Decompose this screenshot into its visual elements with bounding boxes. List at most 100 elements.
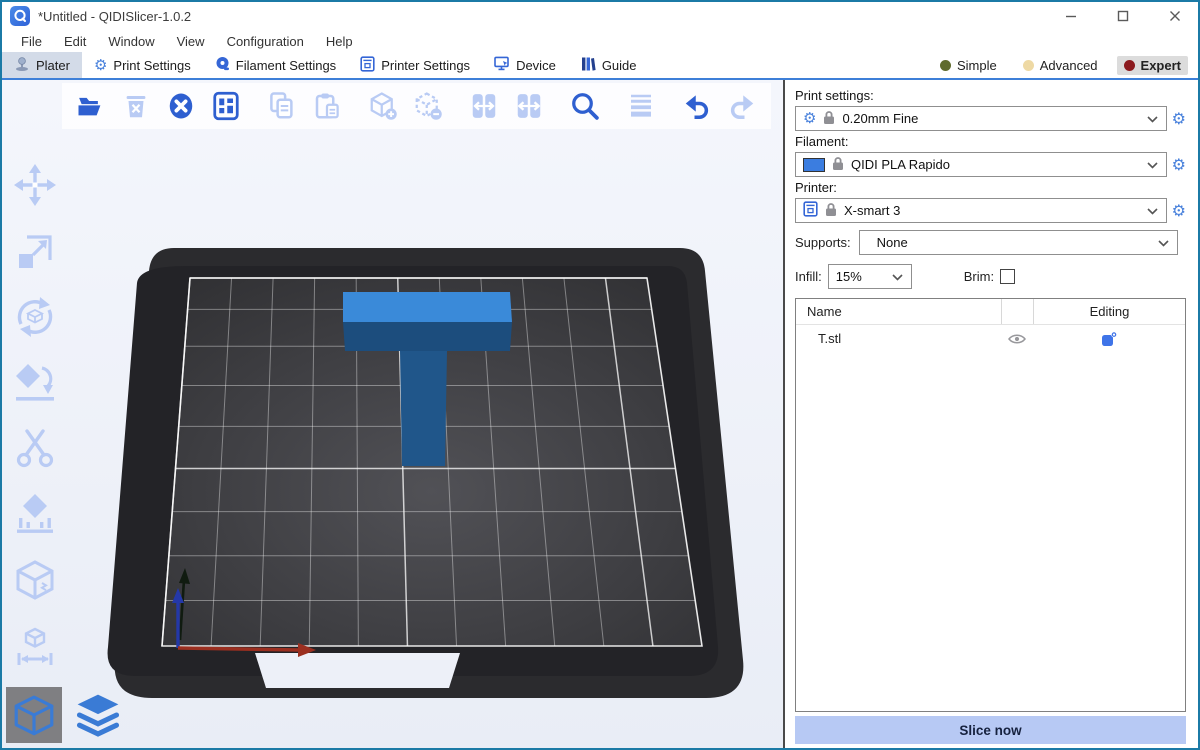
column-name: Name (796, 304, 1001, 319)
menu-view[interactable]: View (166, 34, 216, 49)
gear-icon: ⚙ (803, 111, 816, 126)
gizmo-toolbar (2, 162, 68, 670)
tab-device[interactable]: Device (482, 52, 568, 78)
menu-window[interactable]: Window (97, 34, 165, 49)
menu-help[interactable]: Help (315, 34, 364, 49)
variable-layer-height-button[interactable] (620, 85, 662, 127)
slice-now-button[interactable]: Slice now (795, 716, 1186, 744)
print-settings-value: 0.20mm Fine (842, 111, 1139, 126)
settings-panel: Print settings: ⚙ 0.20mm Fine ⚙ Filament… (785, 80, 1198, 748)
tab-guide[interactable]: Guide (568, 52, 649, 78)
mode-advanced[interactable]: Advanced (1016, 56, 1105, 75)
plater-icon (14, 56, 30, 75)
tab-label: Print Settings (113, 58, 190, 73)
object-name: T.stl (796, 331, 1001, 346)
arrange-button[interactable] (205, 85, 247, 127)
simple-dot-icon (940, 60, 951, 71)
supports-label: Supports: (795, 235, 851, 250)
filament-gear-button[interactable]: ⚙ (1172, 157, 1186, 173)
rotate-tool-button[interactable] (12, 294, 58, 340)
menu-configuration[interactable]: Configuration (216, 34, 315, 49)
tab-label: Guide (602, 58, 637, 73)
mode-label: Advanced (1040, 58, 1098, 73)
delete-button[interactable] (115, 85, 157, 127)
split-to-parts-button[interactable] (508, 85, 550, 127)
printer-icon (803, 201, 818, 220)
printer-value: X-smart 3 (844, 203, 1140, 218)
printer-gear-button[interactable]: ⚙ (1172, 203, 1186, 219)
undo-button[interactable] (676, 85, 718, 127)
add-instance-button[interactable] (362, 85, 404, 127)
preview-sliced-layers-button[interactable] (70, 687, 126, 743)
open-button[interactable] (70, 85, 112, 127)
tab-print-settings[interactable]: ⚙ Print Settings (82, 52, 203, 78)
move-tool-button[interactable] (12, 162, 58, 208)
search-button[interactable] (564, 85, 606, 127)
lock-icon (825, 202, 837, 220)
place-on-face-tool-button[interactable] (12, 360, 58, 406)
mode-label: Expert (1141, 58, 1181, 73)
3d-scene[interactable] (2, 80, 783, 748)
tab-printer-settings[interactable]: Printer Settings (348, 52, 482, 78)
filament-combo[interactable]: QIDI PLA Rapido (795, 152, 1167, 177)
infill-value: 15% (836, 269, 885, 284)
expert-dot-icon (1124, 60, 1135, 71)
maximize-button[interactable] (1110, 5, 1136, 27)
redo-button[interactable] (721, 85, 763, 127)
3d-viewport[interactable] (2, 80, 783, 748)
tab-label: Device (516, 58, 556, 73)
printer-combo[interactable]: X-smart 3 (795, 198, 1167, 223)
tab-label: Plater (36, 58, 70, 73)
menu-file[interactable]: File (10, 34, 53, 49)
mode-expert[interactable]: Expert (1117, 56, 1188, 75)
column-visibility (1001, 299, 1033, 324)
column-editing: Editing (1033, 299, 1185, 324)
brim-label: Brim: (964, 269, 994, 284)
remove-instance-button[interactable] (407, 85, 449, 127)
print-settings-label: Print settings: (795, 88, 1186, 103)
scale-tool-button[interactable] (12, 228, 58, 274)
filament-value: QIDI PLA Rapido (851, 157, 1140, 172)
print-settings-combo[interactable]: ⚙ 0.20mm Fine (795, 106, 1167, 131)
print-settings-gear-button[interactable]: ⚙ (1172, 111, 1186, 127)
paste-button[interactable] (306, 85, 348, 127)
printer-icon (360, 56, 375, 75)
mode-selector: Simple Advanced Expert (933, 52, 1198, 78)
mode-simple[interactable]: Simple (933, 56, 1004, 75)
object-list: Name Editing T.stl (795, 298, 1186, 712)
tab-bar: Plater ⚙ Print Settings Filament Setting… (2, 52, 1198, 80)
guide-icon (580, 56, 596, 75)
3d-editor-view-button[interactable] (6, 687, 62, 743)
edit-object-icon[interactable] (1033, 325, 1185, 352)
supports-combo[interactable]: None (859, 230, 1178, 255)
lock-icon (823, 110, 835, 128)
filament-label: Filament: (795, 134, 1186, 149)
infill-label: Infill: (795, 269, 822, 284)
tab-plater[interactable]: Plater (2, 52, 82, 78)
infill-combo[interactable]: 15% (828, 264, 912, 289)
tab-label: Filament Settings (236, 58, 336, 73)
split-to-objects-button[interactable] (463, 85, 505, 127)
title-bar: *Untitled - QIDISlicer-1.0.2 (2, 2, 1198, 30)
copy-button[interactable] (261, 85, 303, 127)
chevron-down-icon (1158, 235, 1169, 250)
lock-icon (832, 156, 844, 174)
menu-edit[interactable]: Edit (53, 34, 97, 49)
seam-painting-tool-button[interactable] (12, 558, 58, 604)
object-row[interactable]: T.stl (796, 325, 1185, 352)
window-title: *Untitled - QIDISlicer-1.0.2 (38, 9, 191, 24)
chevron-down-icon (1147, 111, 1158, 126)
tab-filament-settings[interactable]: Filament Settings (203, 52, 348, 78)
paint-on-supports-tool-button[interactable] (12, 492, 58, 538)
minimize-button[interactable] (1058, 5, 1084, 27)
delete-all-button[interactable] (160, 85, 202, 127)
eye-icon[interactable] (1001, 325, 1033, 352)
view-switch (6, 687, 126, 743)
measure-tool-button[interactable] (12, 624, 58, 670)
tab-label: Printer Settings (381, 58, 470, 73)
cut-tool-button[interactable] (12, 426, 58, 472)
close-button[interactable] (1162, 5, 1188, 27)
brim-checkbox[interactable] (1000, 269, 1015, 284)
filament-icon (215, 56, 230, 74)
menu-bar: File Edit Window View Configuration Help (2, 30, 1198, 52)
